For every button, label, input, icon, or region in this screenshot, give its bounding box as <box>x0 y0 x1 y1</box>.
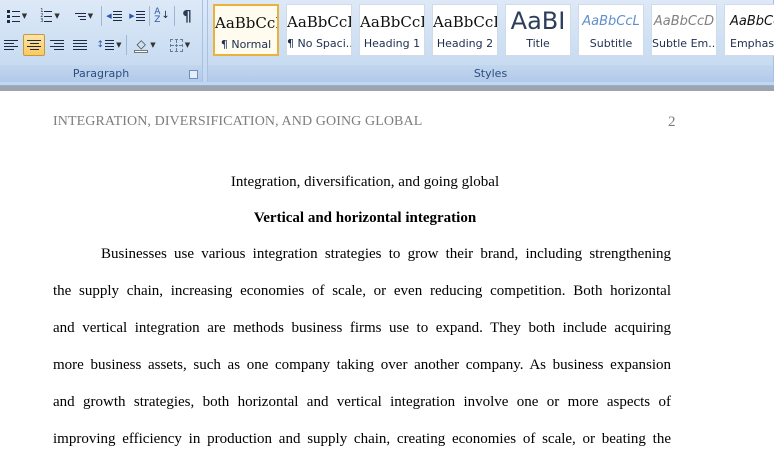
style-subtle-emphasis[interactable]: AaBbCcD Subtle Em... <box>651 4 717 56</box>
paragraph-line: more business assets, such as one compan… <box>53 357 671 373</box>
style-no-spacing[interactable]: AaBbCcI ¶ No Spaci... <box>286 4 352 56</box>
pilcrow-icon: ¶ <box>182 7 192 25</box>
chevron-down-icon: ▼ <box>116 41 122 49</box>
style-sample: AaBbCcD <box>653 14 715 29</box>
style-normal[interactable]: AaBbCcI ¶ Normal <box>213 4 279 56</box>
paragraph-group-label: Paragraph <box>0 65 202 82</box>
align-center-icon <box>27 40 41 50</box>
style-heading-2[interactable]: AaBbCcI Heading 2 <box>432 4 498 56</box>
style-name: Emphasis <box>730 37 774 50</box>
justify-button[interactable] <box>69 34 91 56</box>
show-formatting-marks-button[interactable]: ¶ <box>176 5 198 27</box>
style-name: Heading 1 <box>363 37 421 50</box>
ribbon: ▼ 1 2 3 ▼ ▼ ◀ ▶ A Z ↓ ¶ ↕ ▼ ◇ ▼ ▼ Paragr… <box>0 0 774 86</box>
decrease-indent-button[interactable]: ◀ <box>103 5 125 27</box>
align-left-button[interactable] <box>0 34 22 56</box>
paragraph-dialog-launcher-icon[interactable] <box>189 70 198 79</box>
paragraph-group: ▼ 1 2 3 ▼ ▼ ◀ ▶ A Z ↓ ¶ ↕ ▼ ◇ ▼ ▼ Paragr… <box>0 0 203 82</box>
paragraph-line: improving efficiency in production and s… <box>53 431 671 447</box>
paragraph-line: the supply chain, increasing economies o… <box>53 283 671 299</box>
align-center-button[interactable] <box>23 34 45 56</box>
style-subtitle[interactable]: AaBbCcL Subtitle <box>578 4 644 56</box>
paragraph-line: and vertical integration are methods bus… <box>53 320 671 336</box>
sort-button[interactable]: AZ ↓ <box>151 5 173 27</box>
chevron-down-icon: ▼ <box>87 12 94 20</box>
running-head: INTEGRATION, DIVERSIFICATION, AND GOING … <box>53 114 423 129</box>
borders-icon <box>169 38 183 52</box>
separator <box>126 35 127 55</box>
page-number: 2 <box>668 114 676 130</box>
separator <box>101 6 102 26</box>
chevron-down-icon: ▼ <box>184 41 191 49</box>
style-name: Title <box>526 37 550 50</box>
separator <box>174 6 175 26</box>
justify-icon <box>73 40 87 50</box>
style-heading-1[interactable]: AaBbCcI Heading 1 <box>359 4 425 56</box>
numbering-button[interactable]: 1 2 3 ▼ <box>34 5 66 27</box>
decrease-indent-icon: ◀ <box>106 11 122 21</box>
style-sample: AaBbCcI <box>215 14 277 32</box>
style-name: Heading 2 <box>436 37 494 50</box>
line-spacing-button[interactable]: ↕ ▼ <box>93 34 125 56</box>
style-sample: AaBbCcL <box>582 14 640 29</box>
line-spacing-icon: ↕ <box>97 40 115 50</box>
shading-button[interactable]: ◇ ▼ <box>128 34 162 56</box>
style-sample: AaBI <box>510 7 566 35</box>
style-name: ¶ Normal <box>220 38 272 51</box>
styles-group: AaBbCcI ¶ Normal AaBbCcI ¶ No Spaci... A… <box>207 0 774 82</box>
multilevel-list-icon <box>74 12 86 20</box>
align-right-button[interactable] <box>46 34 68 56</box>
style-sample: AaBbCcI <box>287 13 351 31</box>
bullets-button[interactable]: ▼ <box>2 5 32 27</box>
chevron-down-icon: ▼ <box>21 12 28 20</box>
separator <box>149 6 150 26</box>
chevron-down-icon: ▼ <box>54 12 60 20</box>
multilevel-list-button[interactable]: ▼ <box>68 5 100 27</box>
paragraph-line: and growth strategies, both horizontal a… <box>53 394 671 410</box>
style-title[interactable]: AaBI Title <box>505 4 571 56</box>
paragraph-line: Businesses use various integration strat… <box>101 246 671 262</box>
style-name: ¶ No Spaci... <box>287 37 351 50</box>
bullets-icon <box>6 9 20 23</box>
align-right-icon <box>50 40 64 50</box>
document-page[interactable]: INTEGRATION, DIVERSIFICATION, AND GOING … <box>0 91 774 460</box>
chevron-down-icon: ▼ <box>150 41 156 49</box>
styles-group-label: Styles <box>208 65 773 82</box>
section-heading: Vertical and horizontal integration <box>253 210 477 226</box>
shading-icon: ◇ <box>134 38 149 53</box>
numbering-icon: 1 2 3 <box>40 9 53 24</box>
style-sample: AaBbCcI <box>730 14 774 29</box>
sort-icon: AZ ↓ <box>154 7 170 25</box>
style-name: Subtle Em... <box>652 37 716 50</box>
style-sample: AaBbCcI <box>433 13 497 31</box>
increase-indent-button[interactable]: ▶ <box>126 5 148 27</box>
increase-indent-icon: ▶ <box>129 11 145 21</box>
align-left-icon <box>4 40 18 50</box>
style-sample: AaBbCcI <box>360 13 424 31</box>
document-title: Integration, diversification, and going … <box>230 174 500 190</box>
style-emphasis[interactable]: AaBbCcI Emphasis <box>724 4 774 56</box>
document-area: INTEGRATION, DIVERSIFICATION, AND GOING … <box>0 86 774 460</box>
borders-button[interactable]: ▼ <box>164 34 196 56</box>
style-name: Subtitle <box>589 37 633 50</box>
